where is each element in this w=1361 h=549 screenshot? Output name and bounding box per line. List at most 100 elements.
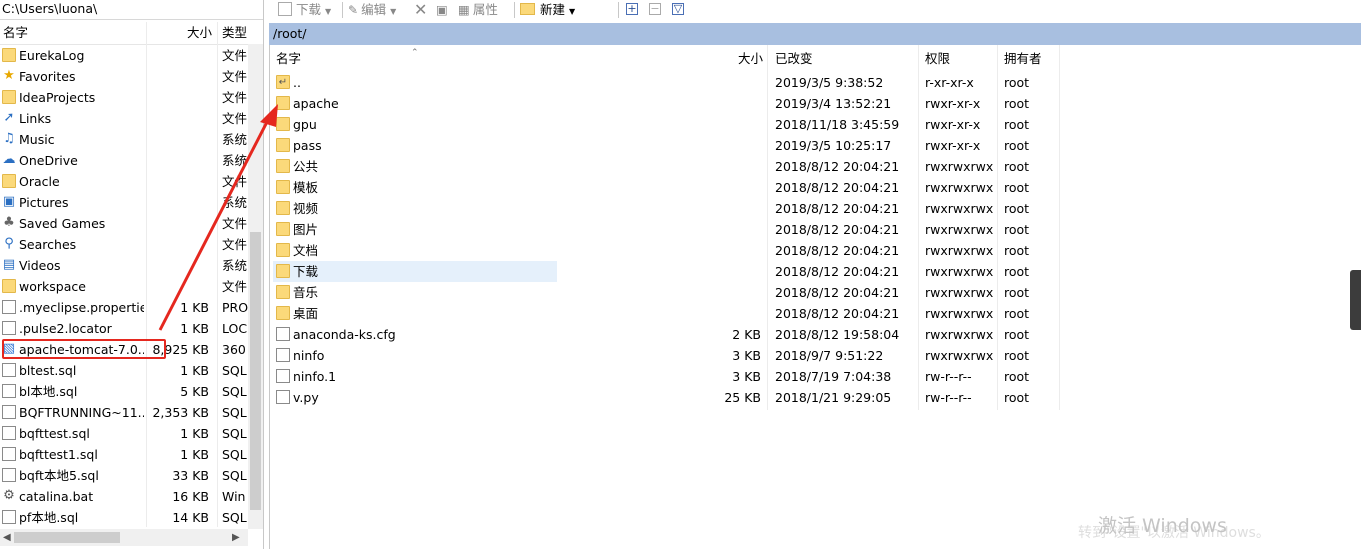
- file-name: bqft本地5.sql: [19, 468, 99, 483]
- remote-file-row[interactable]: ↵.. 2019/3/5 9:38:52 r-xr-xr-x root: [270, 72, 1361, 93]
- local-file-row[interactable]: IdeaProjects 文件: [0, 87, 248, 108]
- file-owner: root: [1004, 138, 1030, 153]
- file-size: 2 KB: [732, 327, 761, 342]
- edit-button[interactable]: ✎ 编辑 ▼: [348, 1, 396, 19]
- local-file-row[interactable]: bqfttest1.sql 1 KB SQL: [0, 444, 248, 465]
- file-name: 图片: [293, 222, 319, 237]
- local-file-row[interactable]: ♫ Music 系统: [0, 129, 248, 150]
- remote-file-row[interactable]: 桌面 2018/8/12 20:04:21 rwxrwxrwx root: [270, 303, 1361, 324]
- local-file-row[interactable]: .myeclipse.properties 1 KB PRO: [0, 297, 248, 318]
- remote-file-row[interactable]: v.py 25 KB 2018/1/21 9:29:05 rw-r--r-- root: [270, 387, 1361, 408]
- remote-file-row[interactable]: 视频 2018/8/12 20:04:21 rwxrwxrwx root: [270, 198, 1361, 219]
- local-file-row[interactable]: ★ Favorites 文件: [0, 66, 248, 87]
- local-file-row[interactable]: EurekaLog 文件: [0, 45, 248, 66]
- local-file-row[interactable]: ▣ Pictures 系统: [0, 192, 248, 213]
- remote-file-row[interactable]: pass 2019/3/5 10:25:17 rwxr-xr-x root: [270, 135, 1361, 156]
- file-name: ninfo: [293, 348, 325, 363]
- local-file-row[interactable]: ▤ Videos 系统: [0, 255, 248, 276]
- local-file-row[interactable]: bl本地.sql 5 KB SQL: [0, 381, 248, 402]
- file-size: 1 KB: [180, 300, 209, 315]
- local-file-row[interactable]: Oracle 文件: [0, 171, 248, 192]
- file-name: ..: [293, 75, 301, 90]
- local-file-row[interactable]: ♣ Saved Games 文件: [0, 213, 248, 234]
- file-name: v.py: [293, 390, 319, 405]
- local-file-row[interactable]: ⚲ Searches 文件: [0, 234, 248, 255]
- scroll-right-icon[interactable]: ▶: [232, 532, 240, 544]
- local-column-header: 名字 大小 类型: [0, 22, 248, 45]
- new-button[interactable]: 新建 ▼: [520, 1, 575, 19]
- column-size-header[interactable]: 大小: [187, 22, 212, 44]
- folder-icon: [276, 264, 290, 278]
- collapse-minus-icon[interactable]: −: [649, 3, 661, 15]
- filter-icon[interactable]: ▽: [672, 3, 684, 15]
- local-file-row[interactable]: bqfttest.sql 1 KB SQL: [0, 423, 248, 444]
- local-vertical-scroll-thumb[interactable]: [250, 232, 261, 510]
- remote-file-row[interactable]: 文档 2018/8/12 20:04:21 rwxrwxrwx root: [270, 240, 1361, 261]
- local-file-row[interactable]: bltest.sql 1 KB SQL: [0, 360, 248, 381]
- remote-file-row[interactable]: 公共 2018/8/12 20:04:21 rwxrwxrwx root: [270, 156, 1361, 177]
- remote-file-list: ↵.. 2019/3/5 9:38:52 r-xr-xr-x root apache 20…: [270, 72, 1361, 408]
- side-handle[interactable]: [1350, 270, 1361, 330]
- file-modified: 2018/9/7 9:51:22: [775, 348, 884, 363]
- music-icon: ♫: [3, 131, 15, 146]
- local-file-row[interactable]: bqft本地5.sql 33 KB SQL: [0, 465, 248, 486]
- file-name: 文档: [293, 243, 319, 258]
- local-file-row[interactable]: workspace 文件: [0, 276, 248, 297]
- column-name-header[interactable]: 名字: [276, 49, 301, 69]
- file-permissions: rwxr-xr-x: [925, 96, 981, 111]
- remote-file-row[interactable]: 模板 2018/8/12 20:04:21 rwxrwxrwx root: [270, 177, 1361, 198]
- file-name: Videos: [19, 258, 61, 273]
- file-name: Saved Games: [19, 216, 106, 231]
- file-permissions: rwxrwxrwx: [925, 264, 994, 279]
- column-type-header[interactable]: 类型: [222, 22, 247, 44]
- delete-icon[interactable]: ✕: [414, 1, 427, 19]
- file-name: ninfo.1: [293, 369, 337, 384]
- column-permissions-header[interactable]: 权限: [925, 49, 950, 69]
- remote-column-header: 名字 ⌃ 大小 已改变 权限 拥有者: [270, 45, 1361, 71]
- file-modified: 2018/8/12 20:04:21: [775, 306, 900, 321]
- file-modified: 2018/1/21 9:29:05: [775, 390, 892, 405]
- local-file-row[interactable]: .pulse2.locator 1 KB LOC: [0, 318, 248, 339]
- file-permissions: rwxrwxrwx: [925, 180, 994, 195]
- remote-file-row[interactable]: 下载 2018/8/12 20:04:21 rwxrwxrwx root: [270, 261, 1361, 282]
- column-owner-header[interactable]: 拥有者: [1004, 49, 1042, 69]
- remote-file-row[interactable]: apache 2019/3/4 13:52:21 rwxr-xr-x root: [270, 93, 1361, 114]
- file-permissions: rwxrwxrwx: [925, 306, 994, 321]
- file-name: Pictures: [19, 195, 69, 210]
- properties-button[interactable]: ▦ 属性: [458, 1, 498, 19]
- column-modified-header[interactable]: 已改变: [775, 49, 813, 69]
- local-file-row[interactable]: ☁ OneDrive 系统: [0, 150, 248, 171]
- file-size: 2,353 KB: [152, 405, 209, 420]
- remote-file-row[interactable]: anaconda-ks.cfg 2 KB 2018/8/12 19:58:04 rwx…: [270, 324, 1361, 345]
- file-name: .pulse2.locator: [19, 321, 112, 336]
- local-file-row[interactable]: ⚙ catalina.bat 16 KB Win: [0, 486, 248, 507]
- local-horizontal-scroll-thumb[interactable]: [14, 532, 120, 543]
- local-file-row[interactable]: BQFTRUNNING~11... 2,353 KB SQL: [0, 402, 248, 423]
- rename-icon[interactable]: ▣: [436, 1, 448, 19]
- scroll-left-icon[interactable]: ◀: [3, 532, 11, 544]
- file-name: Links: [19, 111, 52, 126]
- file-permissions: r-xr-xr-x: [925, 75, 974, 90]
- remote-file-row[interactable]: gpu 2018/11/18 3:45:59 rwxr-xr-x root: [270, 114, 1361, 135]
- local-file-row[interactable]: pf本地.sql 14 KB SQL: [0, 507, 248, 528]
- remote-file-row[interactable]: 音乐 2018/8/12 20:04:21 rwxrwxrwx root: [270, 282, 1361, 303]
- remote-file-pane: 名字 ⌃ 大小 已改变 权限 拥有者 ↵.. 2019/3/5 9:38:52 r-…: [269, 45, 1361, 549]
- column-name-header[interactable]: 名字: [3, 22, 28, 44]
- local-file-row[interactable]: ➚ Links 文件: [0, 108, 248, 129]
- column-size-header[interactable]: 大小: [738, 49, 763, 69]
- remote-file-row[interactable]: ninfo 3 KB 2018/9/7 9:51:22 rwxrwxrwx root: [270, 345, 1361, 366]
- remote-toolbar: 下载 ▼ ✎ 编辑 ▼ ✕ ▣ ▦ 属性 新建 ▼ + − ▽: [266, 0, 1361, 21]
- remote-path-bar[interactable]: /root/: [269, 23, 1361, 45]
- folder-icon: [2, 174, 16, 188]
- remote-file-row[interactable]: 图片 2018/8/12 20:04:21 rwxrwxrwx root: [270, 219, 1361, 240]
- file-icon: [276, 390, 290, 404]
- file-name: .myeclipse.properties: [19, 300, 144, 315]
- expand-plus-icon[interactable]: +: [626, 3, 638, 15]
- file-modified: 2018/8/12 20:04:21: [775, 264, 900, 279]
- star-icon: ★: [3, 68, 15, 83]
- download-button[interactable]: 下载 ▼: [278, 1, 331, 19]
- file-icon: [2, 300, 16, 314]
- file-name: catalina.bat: [19, 489, 94, 504]
- watermark-activate-windows: 激活 Windows: [1098, 515, 1227, 537]
- remote-file-row[interactable]: ninfo.1 3 KB 2018/7/19 7:04:38 rw-r--r-- roo…: [270, 366, 1361, 387]
